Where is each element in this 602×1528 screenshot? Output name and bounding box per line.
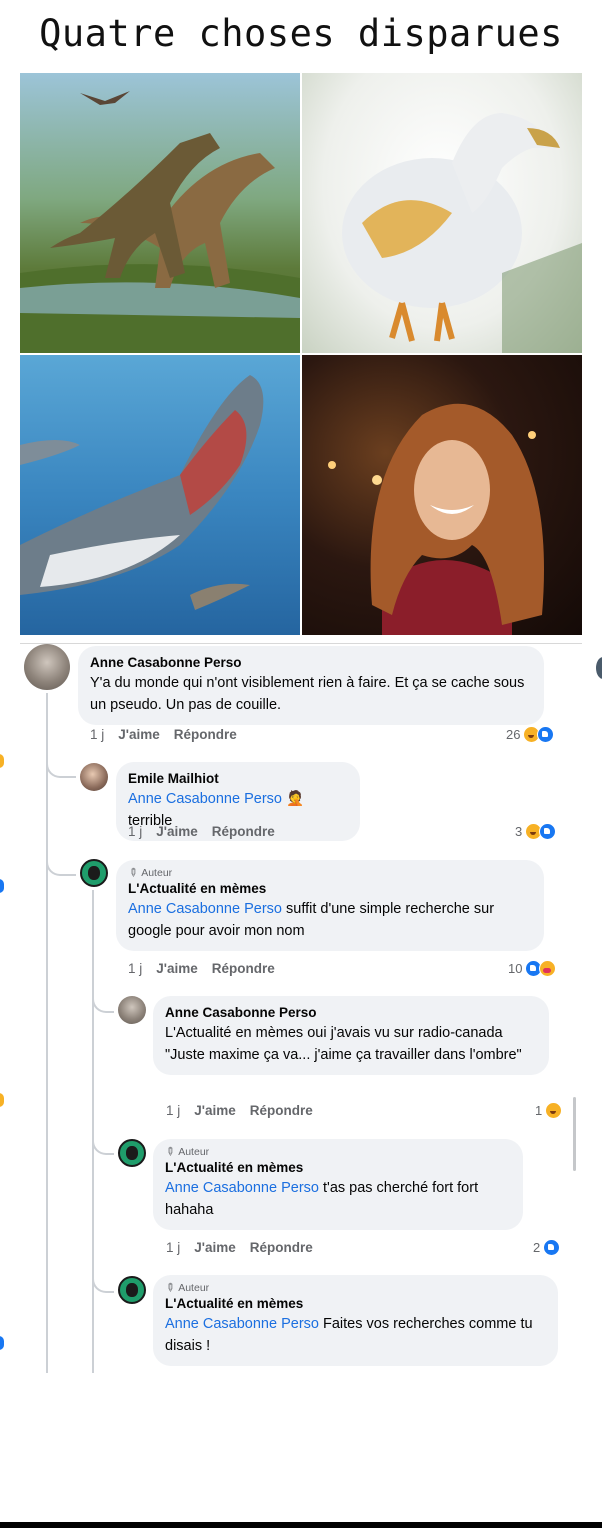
reaction-summary[interactable]: 1 <box>535 1102 563 1119</box>
pencil-icon: ✎ <box>162 1280 178 1296</box>
comment-author[interactable]: Anne Casabonne Perso <box>90 654 532 672</box>
like-button[interactable]: J'aime <box>156 824 198 839</box>
comment-bubble: ✎Auteur L'Actualité en mèmes Anne Casabo… <box>153 1139 523 1230</box>
comment-author[interactable]: L'Actualité en mèmes <box>165 1295 546 1313</box>
dinosaurs-image <box>20 73 300 353</box>
reaction-count: 2 <box>533 1240 541 1255</box>
comment-author[interactable]: L'Actualité en mèmes <box>165 1159 511 1177</box>
edge-reaction-indicator <box>0 879 4 893</box>
thread-connector <box>92 1255 114 1293</box>
pencil-icon: ✎ <box>162 1144 178 1160</box>
avatar[interactable] <box>118 1276 146 1304</box>
comment-author[interactable]: L'Actualité en mèmes <box>128 880 532 898</box>
reply-button[interactable]: Répondre <box>174 727 237 742</box>
megalodon-image <box>20 355 300 635</box>
comment-time[interactable]: 1 j <box>166 1103 180 1118</box>
comment-bubble: Anne Casabonne Perso L'Actualité en mème… <box>153 996 549 1075</box>
avatar[interactable] <box>24 644 70 690</box>
care-reaction-icon <box>539 960 557 977</box>
avatar[interactable] <box>118 1139 146 1167</box>
author-badge: ✎Auteur <box>162 1280 210 1296</box>
reply-button[interactable]: Répondre <box>212 824 275 839</box>
bottom-bar <box>0 1522 602 1528</box>
like-reaction-icon <box>537 726 555 743</box>
like-button[interactable]: J'aime <box>194 1240 236 1255</box>
reaction-count: 26 <box>506 727 521 742</box>
like-button[interactable]: J'aime <box>118 727 160 742</box>
mention-link[interactable]: Anne Casabonne Perso <box>165 1316 319 1332</box>
pencil-icon: ✎ <box>125 865 141 881</box>
scrollbar[interactable] <box>573 1097 576 1171</box>
edge-reaction-indicator <box>0 754 4 768</box>
haha-reaction-icon <box>545 1102 563 1119</box>
comment-bubble: Anne Casabonne Perso Y'a du monde qui n'… <box>78 646 544 725</box>
thread-connector <box>92 1117 114 1155</box>
woman-portrait-image <box>302 355 582 635</box>
edge-reaction-indicator <box>0 1093 4 1107</box>
thread-line <box>46 693 48 1373</box>
reaction-summary[interactable]: 10 <box>508 960 557 977</box>
reaction-count: 10 <box>508 961 523 976</box>
comment-text: L'Actualité en mèmes oui j'avais vu sur … <box>165 1025 522 1063</box>
comment-time[interactable]: 1 j <box>128 824 142 839</box>
like-button[interactable]: J'aime <box>156 961 198 976</box>
reply-button[interactable]: Répondre <box>250 1240 313 1255</box>
comment-bubble: ✎Auteur L'Actualité en mèmes Anne Casabo… <box>116 860 544 951</box>
reaction-summary[interactable]: 26 <box>506 726 555 743</box>
comment-actions: 1 j J'aime Répondre <box>128 961 289 976</box>
comment-author[interactable]: Anne Casabonne Perso <box>165 1004 537 1022</box>
comment-actions: 1 j J'aime Répondre <box>166 1240 327 1255</box>
like-reaction-icon <box>543 1239 561 1256</box>
mention-link[interactable]: Anne Casabonne Perso <box>128 901 282 917</box>
avatar[interactable] <box>118 996 146 1024</box>
comment-text: Y'a du monde qui n'ont visiblement rien … <box>90 675 525 713</box>
reaction-summary[interactable]: 3 <box>515 823 557 840</box>
comment-author[interactable]: Emile Mailhiot <box>128 770 348 788</box>
facepalm-emoji-icon: 🤦 <box>286 791 305 807</box>
comment-time[interactable]: 1 j <box>128 961 142 976</box>
reply-button[interactable]: Répondre <box>250 1103 313 1118</box>
author-badge: ✎Auteur <box>125 865 173 881</box>
reaction-count: 1 <box>535 1103 543 1118</box>
reaction-summary[interactable]: 2 <box>533 1239 561 1256</box>
like-button[interactable]: J'aime <box>194 1103 236 1118</box>
image-grid <box>20 73 582 635</box>
side-avatar <box>596 657 602 679</box>
comment-actions: 1 j J'aime Répondre <box>128 824 289 839</box>
thread-connector <box>46 838 76 876</box>
reply-button[interactable]: Répondre <box>212 961 275 976</box>
mention-link[interactable]: Anne Casabonne Perso <box>128 791 282 807</box>
edge-reaction-indicator <box>0 1336 4 1350</box>
author-badge: ✎Auteur <box>162 1144 210 1160</box>
thread-connector <box>46 740 76 778</box>
comment-actions: 1 j J'aime Répondre <box>166 1103 327 1118</box>
comment-actions: 1 j J'aime Répondre <box>90 727 251 742</box>
thread-connector <box>92 975 114 1013</box>
reaction-count: 3 <box>515 824 523 839</box>
comment-time[interactable]: 1 j <box>90 727 104 742</box>
like-reaction-icon <box>539 823 557 840</box>
divider <box>20 643 582 644</box>
mention-link[interactable]: Anne Casabonne Perso <box>165 1180 319 1196</box>
dodo-image <box>302 73 582 353</box>
comment-bubble: ✎Auteur L'Actualité en mèmes Anne Casabo… <box>153 1275 558 1366</box>
comment-time[interactable]: 1 j <box>166 1240 180 1255</box>
avatar[interactable] <box>80 763 108 791</box>
meme-title: Quatre choses disparues <box>39 12 563 55</box>
avatar[interactable] <box>80 859 108 887</box>
